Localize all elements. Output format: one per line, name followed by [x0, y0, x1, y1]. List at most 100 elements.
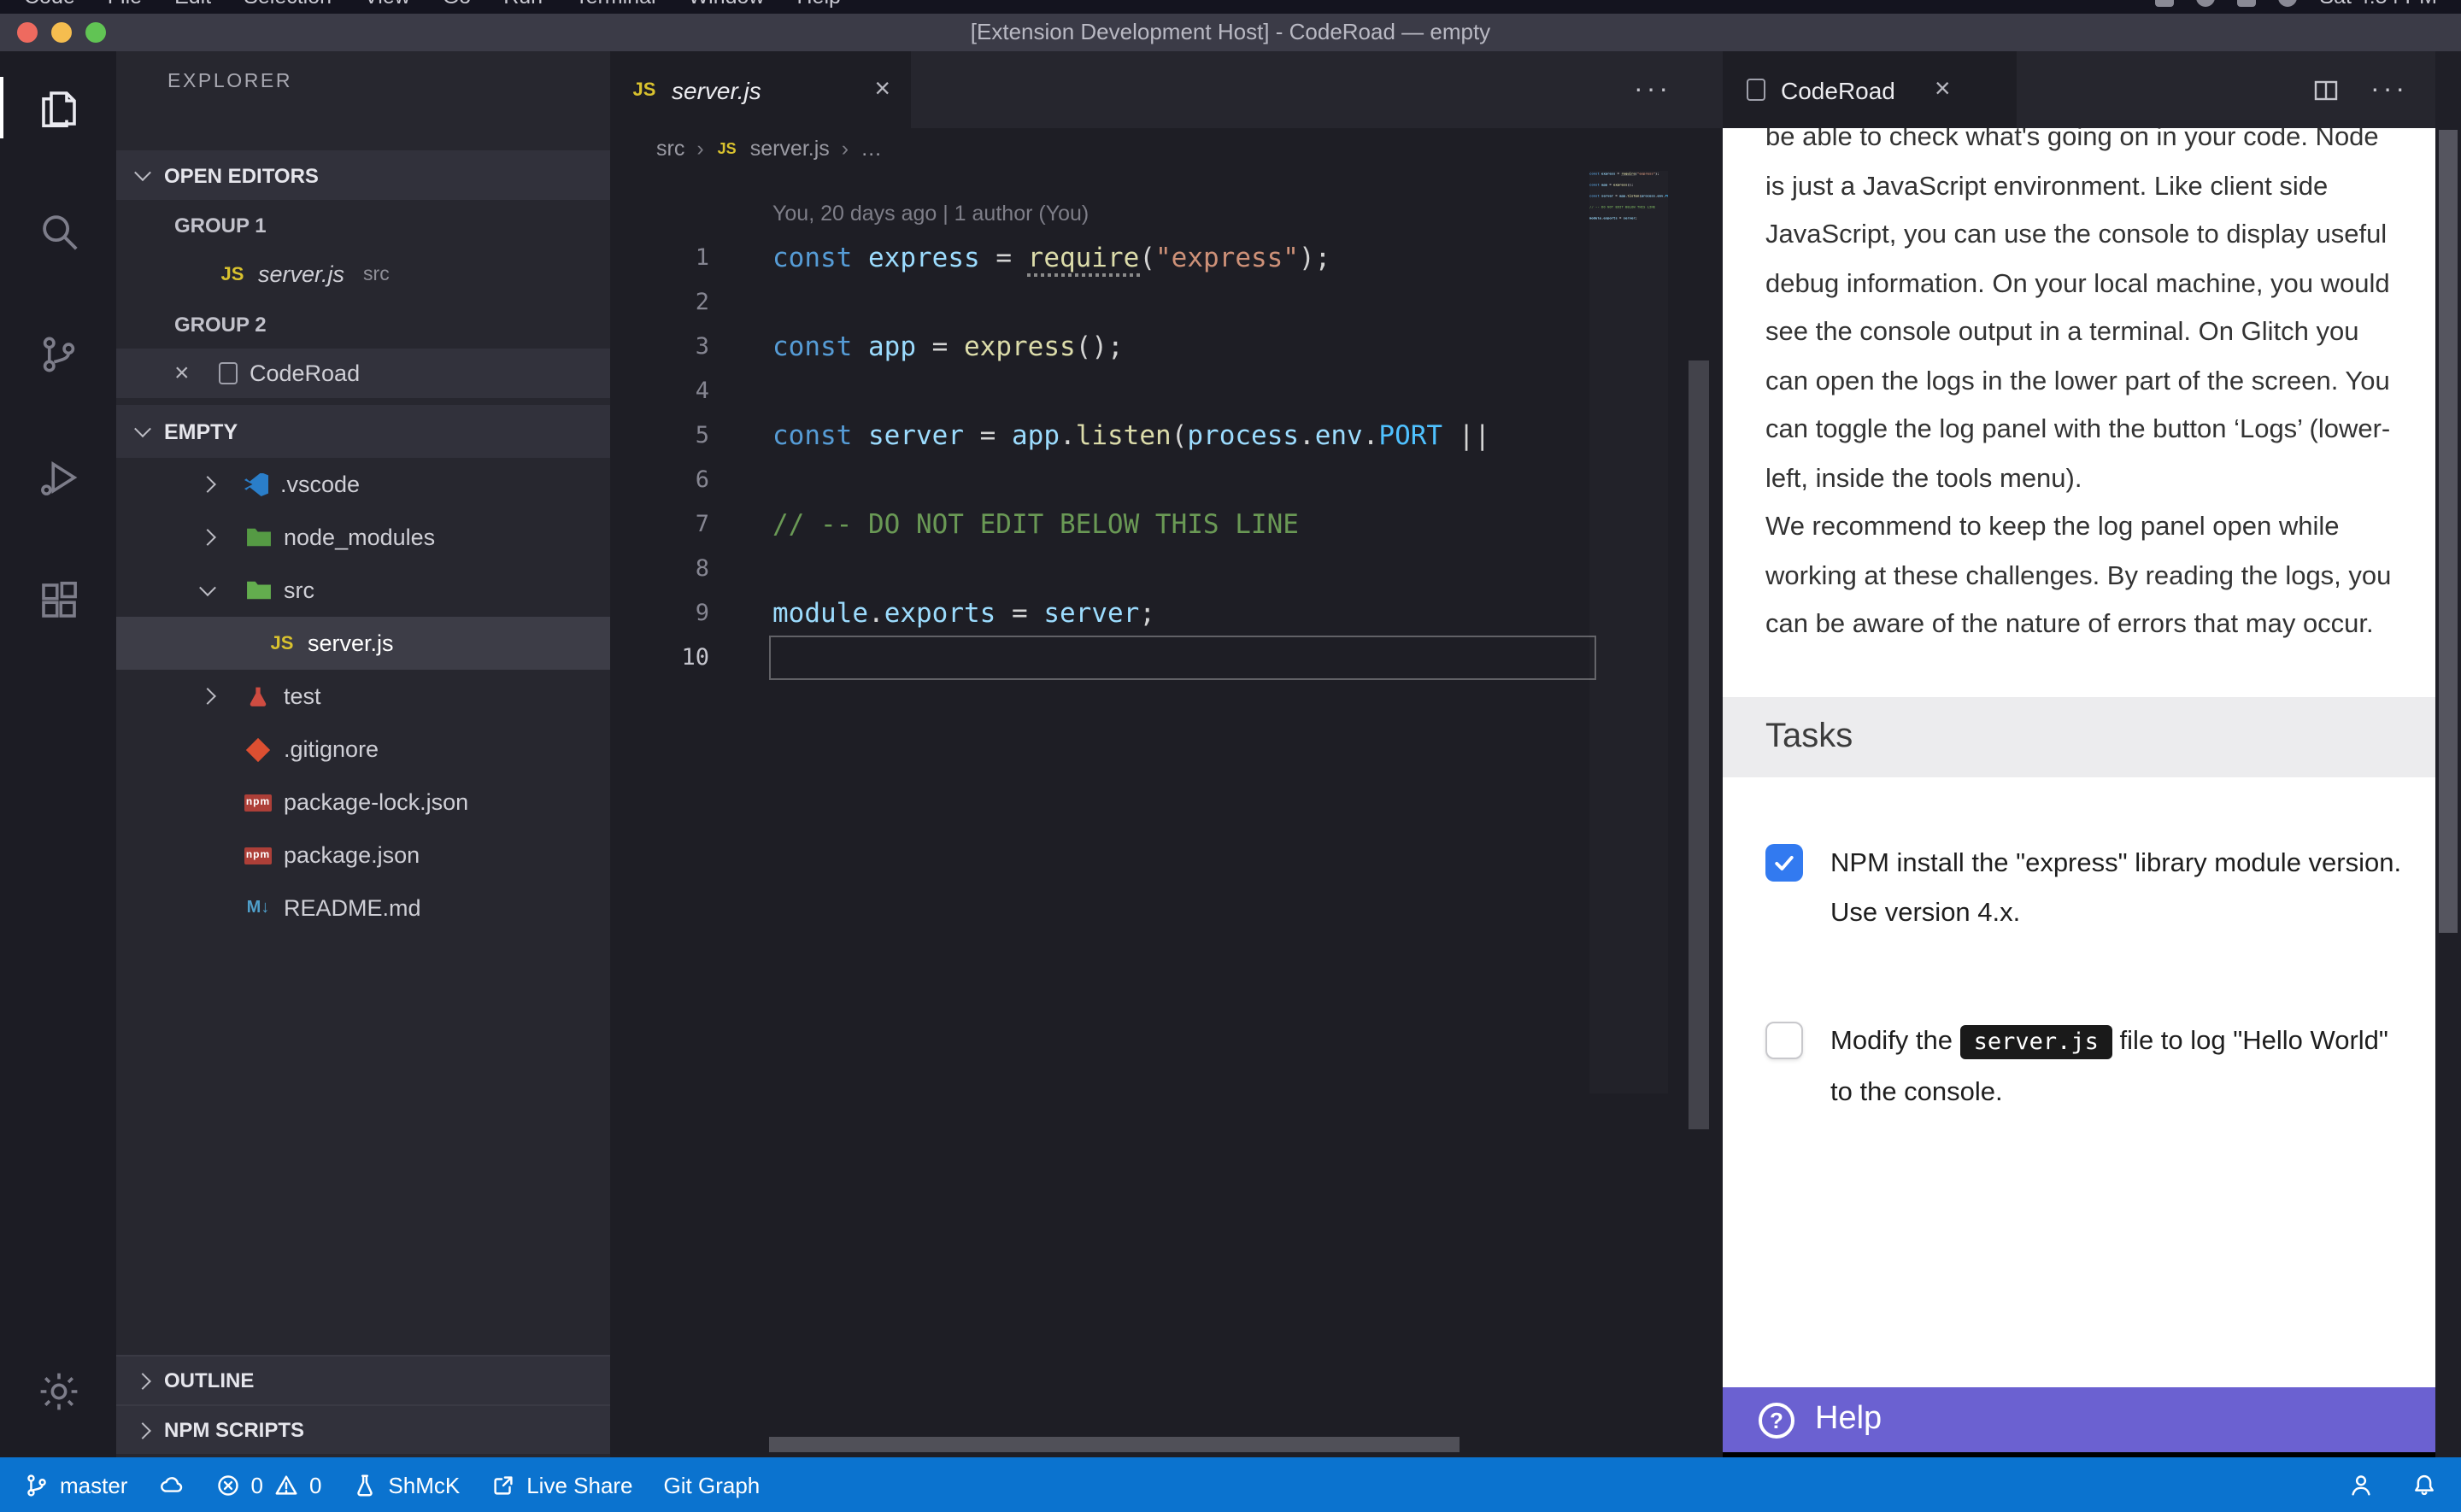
shmck-indicator[interactable]: ShMcK: [352, 1472, 460, 1497]
minimap-token: const: [1589, 183, 1601, 187]
help-bar[interactable]: ? Help: [1723, 1387, 2435, 1452]
menu-help[interactable]: Help: [797, 0, 841, 9]
problems-indicator[interactable]: 0 0: [214, 1472, 321, 1497]
activity-settings[interactable]: [0, 1351, 116, 1430]
section-npm-scripts[interactable]: NPM SCRIPTS: [116, 1404, 610, 1454]
code-line[interactable]: 9module.exports = server;: [610, 591, 1723, 636]
line-number: 6: [610, 458, 709, 502]
status-icon[interactable]: [2196, 0, 2215, 6]
breadcrumb-symbol[interactable]: …: [860, 137, 882, 161]
activity-extensions[interactable]: [0, 560, 116, 639]
tab-label: server.js: [672, 76, 761, 103]
editor-actions-more[interactable]: ···: [1634, 51, 1671, 128]
activity-search[interactable]: [0, 191, 116, 270]
open-editor-item[interactable]: ×CodeRoad: [116, 349, 610, 398]
open-editor-item[interactable]: JSserver.jssrc: [116, 249, 610, 299]
breadcrumb[interactable]: src › JS server.js › …: [610, 128, 1723, 169]
shmck-label: ShMcK: [388, 1472, 460, 1497]
line-number: 2: [610, 280, 709, 325]
tree-item-server-js[interactable]: JSserver.js: [116, 617, 610, 670]
editor-vertical-scrollbar[interactable]: [1689, 360, 1709, 1129]
activity-explorer[interactable]: [0, 68, 116, 147]
code-line[interactable]: 5const server = app.listen(process.env.P…: [610, 413, 1723, 458]
menu-selection[interactable]: Selection: [244, 0, 332, 9]
menu-terminal[interactable]: Terminal: [575, 0, 656, 9]
code-line[interactable]: 4: [610, 369, 1723, 413]
split-editor-icon[interactable]: [2312, 76, 2340, 103]
section-outline[interactable]: OUTLINE: [116, 1355, 610, 1404]
menubar-clock[interactable]: Sat 4:54 PM: [2319, 0, 2437, 9]
js-icon: JS: [631, 76, 658, 103]
tree-item-readme-md[interactable]: M↓README.md: [116, 882, 610, 935]
minimap-token: module: [1589, 216, 1601, 220]
tree-item-test[interactable]: test: [116, 670, 610, 723]
task-checkbox[interactable]: [1765, 843, 1803, 881]
menu-file[interactable]: File: [108, 0, 142, 9]
tab-coderoad[interactable]: CodeRoad ×: [1723, 51, 2017, 128]
sync-indicator[interactable]: [158, 1472, 184, 1497]
menu-code[interactable]: Code: [24, 0, 75, 9]
code-line[interactable]: 2: [610, 280, 1723, 325]
menu-run[interactable]: Run: [503, 0, 543, 9]
activity-run-debug[interactable]: [0, 437, 116, 516]
code-token: .: [1060, 420, 1076, 451]
chevron-down-icon: [134, 164, 151, 181]
account-button[interactable]: [2348, 1472, 2374, 1497]
status-icon[interactable]: [2155, 0, 2174, 6]
git-graph-button[interactable]: Git Graph: [664, 1472, 761, 1497]
notifications-button[interactable]: [2411, 1472, 2437, 1497]
panel-scrollbar-thumb[interactable]: [2439, 130, 2458, 933]
tree-item--gitignore[interactable]: .gitignore: [116, 723, 610, 776]
branch-name: master: [60, 1472, 127, 1497]
live-share-button[interactable]: Live Share: [490, 1472, 632, 1497]
panel-scrollbar[interactable]: [2435, 51, 2461, 1457]
code-line[interactable]: 8: [610, 547, 1723, 591]
menu-window[interactable]: Window: [689, 0, 765, 9]
close-icon[interactable]: ×: [174, 359, 207, 388]
tree-item-package-lock-json[interactable]: npmpackage-lock.json: [116, 776, 610, 829]
code-line[interactable]: 1const express = require("express");: [610, 236, 1723, 280]
code-area[interactable]: You, 20 days ago | 1 author (You) 1const…: [610, 169, 1723, 1457]
chevron-down-icon: [134, 420, 151, 437]
minimap-token: ;: [1636, 216, 1637, 220]
minimap[interactable]: const express = require("express");const…: [1589, 171, 1668, 1093]
line-content: const express = require("express");: [709, 236, 1330, 280]
editor-horizontal-scrollbar[interactable]: [769, 1437, 1460, 1452]
close-tab-icon[interactable]: ×: [874, 74, 890, 105]
task-checkbox[interactable]: [1765, 1021, 1803, 1058]
menu-go[interactable]: Go: [443, 0, 471, 9]
test-icon: [244, 683, 272, 710]
activity-source-control[interactable]: [0, 314, 116, 393]
menu-edit[interactable]: Edit: [174, 0, 211, 9]
breadcrumb-src[interactable]: src: [656, 137, 684, 161]
tree-item-label: .vscode: [280, 472, 360, 497]
lesson-paragraph: be able to check what's going on in your…: [1765, 128, 2401, 504]
line-number: 9: [610, 591, 709, 636]
code-line[interactable]: 6: [610, 458, 1723, 502]
status-icon[interactable]: [2278, 0, 2297, 6]
open-editors-label: OPEN EDITORS: [164, 163, 319, 187]
close-panel-icon[interactable]: ×: [1935, 74, 1951, 105]
error-count: 0: [250, 1472, 262, 1497]
tree-item-src[interactable]: src: [116, 564, 610, 617]
code-token: process: [1187, 420, 1299, 451]
workspace-root-header[interactable]: EMPTY: [116, 405, 610, 458]
editor-group-label: GROUP 2: [116, 299, 610, 349]
sidebar-title: EXPLORER: [116, 51, 610, 111]
menu-view[interactable]: View: [364, 0, 410, 9]
tree-item-node-modules[interactable]: node_modules: [116, 511, 610, 564]
open-editors-header[interactable]: OPEN EDITORS: [116, 150, 610, 200]
extensions-icon: [35, 577, 81, 623]
code-line[interactable]: 10: [610, 636, 1723, 680]
minimap-token: =: [1607, 183, 1613, 187]
tab-server-js[interactable]: JS server.js ×: [610, 51, 911, 128]
status-icon[interactable]: [2237, 0, 2256, 6]
breadcrumb-file[interactable]: server.js: [750, 137, 830, 161]
tree-item-package-json[interactable]: npmpackage.json: [116, 829, 610, 882]
line-number: 5: [610, 413, 709, 458]
code-line[interactable]: 3const app = express();: [610, 325, 1723, 369]
code-line[interactable]: 7// -- DO NOT EDIT BELOW THIS LINE: [610, 502, 1723, 547]
tree-item--vscode[interactable]: .vscode: [116, 458, 610, 511]
panel-more-actions[interactable]: ···: [2370, 74, 2408, 105]
branch-indicator[interactable]: master: [24, 1472, 127, 1497]
